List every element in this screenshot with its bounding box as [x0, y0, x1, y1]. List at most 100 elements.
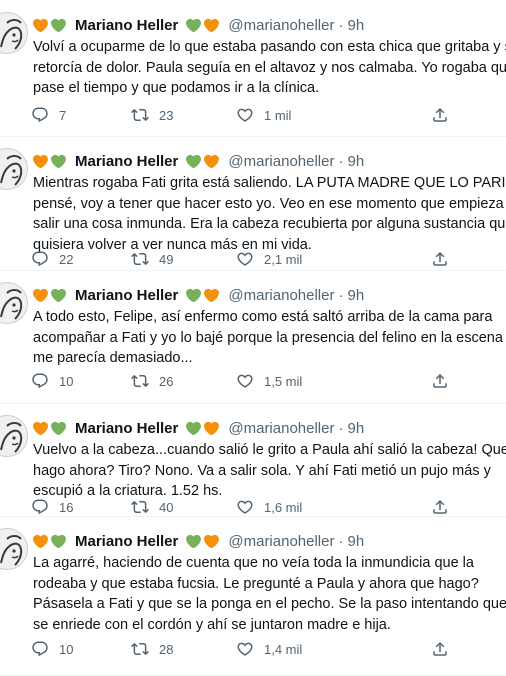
tweet-text-line: A todo esto, Felipe, así enfermo como es… — [33, 309, 493, 325]
tweet-header: Mariano Heller @marianoheller · 9h — [33, 150, 364, 172]
handle[interactable]: @marianoheller — [228, 17, 334, 34]
tweet-text: Mientras rogaba Fati grita está saliendo… — [33, 173, 506, 255]
retweet-count: 28 — [159, 641, 174, 657]
avatar[interactable] — [0, 282, 28, 324]
avatar[interactable] — [0, 148, 28, 190]
share-icon — [431, 372, 449, 390]
retweet-button[interactable]: 26 — [131, 372, 173, 390]
reply-button[interactable]: 10 — [31, 372, 73, 390]
reply-icon — [31, 640, 49, 658]
retweet-button[interactable]: 28 — [131, 640, 173, 658]
like-button[interactable]: 1,6 mil — [236, 498, 302, 516]
reply-button[interactable]: 16 — [31, 498, 73, 516]
share-button[interactable] — [431, 250, 449, 268]
share-button[interactable] — [431, 372, 449, 390]
like-button[interactable]: 2,1 mil — [236, 250, 302, 268]
like-count: 1,4 mil — [264, 641, 303, 657]
display-name[interactable]: Mariano Heller — [75, 533, 178, 550]
handle[interactable]: @marianoheller — [228, 420, 334, 437]
timestamp[interactable]: 9h — [347, 287, 364, 304]
tweet-text-line: Pásasela a Fati y que se la ponga en el … — [33, 596, 506, 612]
display-name[interactable]: Mariano Heller — [75, 17, 178, 34]
like-button[interactable]: 1 mil — [236, 106, 291, 124]
reply-count: 7 — [59, 107, 67, 123]
green-heart-icon — [51, 154, 66, 168]
retweet-button[interactable]: 23 — [131, 106, 173, 124]
avatar[interactable] — [0, 415, 28, 457]
tweet-text-line: me parecía demasiado... — [33, 350, 193, 366]
tweet-actions: 7 23 1 mil — [31, 106, 506, 126]
share-icon — [431, 498, 449, 516]
reply-count: 22 — [59, 251, 74, 267]
timestamp[interactable]: 9h — [347, 533, 364, 550]
tweet-text-line: se enriede con el cordón y ahí se juntar… — [33, 616, 391, 633]
tweet-header: Mariano Heller @marianoheller · 9h — [33, 530, 364, 552]
share-icon — [431, 106, 449, 124]
tweet-actions: 10 28 1,4 mil — [31, 640, 506, 660]
reply-button[interactable]: 10 — [31, 640, 73, 658]
handle[interactable]: @marianoheller — [228, 287, 334, 304]
share-button[interactable] — [431, 106, 449, 124]
reply-count: 16 — [59, 499, 74, 515]
orange-heart-icon — [204, 154, 220, 168]
share-button[interactable] — [431, 498, 449, 516]
avatar[interactable] — [0, 528, 28, 570]
handle[interactable]: @marianoheller — [228, 153, 334, 170]
like-button[interactable]: 1,5 mil — [236, 372, 302, 390]
heart-icon — [236, 640, 254, 658]
heart-icon — [236, 498, 254, 516]
retweet-button[interactable]: 40 — [131, 498, 173, 516]
tweet[interactable]: Mariano Heller @marianoheller · 9h A todo es… — [0, 270, 506, 404]
separator: · — [338, 16, 344, 34]
retweet-icon — [131, 640, 149, 658]
green-heart-icon — [51, 18, 66, 32]
tweet-text-line: La agarré, haciendo de cuenta que no veí… — [33, 555, 474, 571]
heart-icon — [236, 372, 254, 390]
tweet-text-line: Volví a ocuparme de lo que estaba pasand… — [33, 39, 506, 55]
heart-icon — [236, 106, 254, 124]
green-heart-icon — [51, 421, 66, 435]
tweet-thread: Mariano Heller @marianoheller · 9h Volví a o… — [0, 0, 506, 676]
retweet-icon — [131, 250, 149, 268]
reply-button[interactable]: 7 — [31, 106, 66, 124]
reply-button[interactable]: 22 — [31, 250, 73, 268]
avatar[interactable] — [0, 12, 28, 54]
share-icon — [431, 640, 449, 658]
tweet[interactable]: Mariano Heller @marianoheller · 9h Vuelvo a … — [0, 403, 506, 517]
share-button[interactable] — [431, 640, 449, 658]
tweet-header: Mariano Heller @marianoheller · 9h — [33, 417, 364, 439]
tweet[interactable]: Mariano Heller @marianoheller · 9h Mientras … — [0, 136, 506, 271]
tweet-header: Mariano Heller @marianoheller · 9h — [33, 284, 364, 306]
orange-heart-icon — [204, 288, 220, 302]
like-count: 1,6 mil — [264, 499, 303, 515]
tweet[interactable]: Mariano Heller @marianoheller · 9h La agarré… — [0, 516, 506, 676]
retweet-icon — [131, 498, 149, 516]
like-button[interactable]: 1,4 mil — [236, 640, 302, 658]
share-icon — [431, 250, 449, 268]
tweet-text-line: acompañar a Fati y yo lo bajé porque la … — [33, 329, 506, 346]
retweet-icon — [131, 372, 149, 390]
tweet-text-line: retorcía de dolor. Paula seguía en el al… — [33, 59, 506, 76]
tweet-actions: 16 40 1,6 mil — [31, 498, 506, 516]
tweet-text-line: Mientras rogaba Fati grita está saliendo… — [33, 175, 506, 191]
separator: · — [338, 152, 344, 170]
display-name[interactable]: Mariano Heller — [75, 420, 178, 437]
display-name[interactable]: Mariano Heller — [75, 153, 178, 170]
timestamp[interactable]: 9h — [347, 153, 364, 170]
display-name[interactable]: Mariano Heller — [75, 287, 178, 304]
tweet-text-line: pase el tiempo y que podamos ir a la clí… — [33, 80, 320, 96]
separator: · — [338, 419, 344, 437]
tweet[interactable]: Mariano Heller @marianoheller · 9h Volví a o… — [0, 0, 506, 137]
retweet-icon — [131, 106, 149, 124]
handle[interactable]: @marianoheller — [228, 533, 334, 550]
like-count: 2,1 mil — [264, 251, 303, 267]
timestamp[interactable]: 9h — [347, 17, 364, 34]
orange-heart-icon — [204, 18, 220, 32]
retweet-button[interactable]: 49 — [131, 250, 173, 268]
orange-heart-icon — [33, 534, 48, 548]
tweet-text: A todo esto, Felipe, así enfermo como es… — [33, 307, 506, 369]
timestamp[interactable]: 9h — [347, 420, 364, 437]
tweet-text: Vuelvo a la cabeza...cuando salió le gri… — [33, 440, 506, 502]
orange-heart-icon — [33, 18, 48, 32]
reply-icon — [31, 372, 49, 390]
